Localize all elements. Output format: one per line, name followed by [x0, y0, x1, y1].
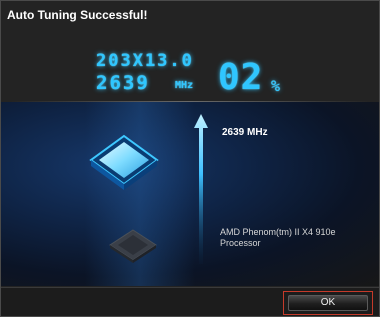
processor-name-line1: AMD Phenom(tm) II X4 910e: [220, 227, 336, 237]
processor-name: AMD Phenom(tm) II X4 910e Processor: [220, 227, 370, 249]
cpu-chip-active-icon: [89, 134, 159, 190]
overclock-readout: 203X13.0 2639 MHz 02 %: [1, 27, 379, 99]
tuning-visual-panel: 2639 MHz AMD Phenom(tm) II X4 910e Proce…: [1, 102, 379, 286]
ok-button-highlight: OK: [283, 291, 373, 315]
dialog-footer: OK: [1, 287, 379, 316]
dialog-title: Auto Tuning Successful!: [7, 8, 148, 22]
ok-button[interactable]: OK: [288, 295, 368, 311]
multiplier-readout: 203X13.0: [96, 51, 194, 71]
frequency-unit: MHz: [175, 80, 194, 91]
tuned-frequency-label: 2639 MHz: [222, 127, 268, 138]
auto-tuning-dialog: Auto Tuning Successful! 203X13.0 2639 MH…: [0, 0, 380, 317]
cpu-chip-inactive-icon: [109, 229, 157, 263]
overclock-percent: 02: [218, 57, 264, 98]
percent-sign: %: [271, 77, 281, 95]
up-arrow-icon: [194, 114, 208, 264]
processor-name-line2: Processor: [220, 238, 261, 248]
frequency-readout: 2639: [96, 72, 150, 94]
